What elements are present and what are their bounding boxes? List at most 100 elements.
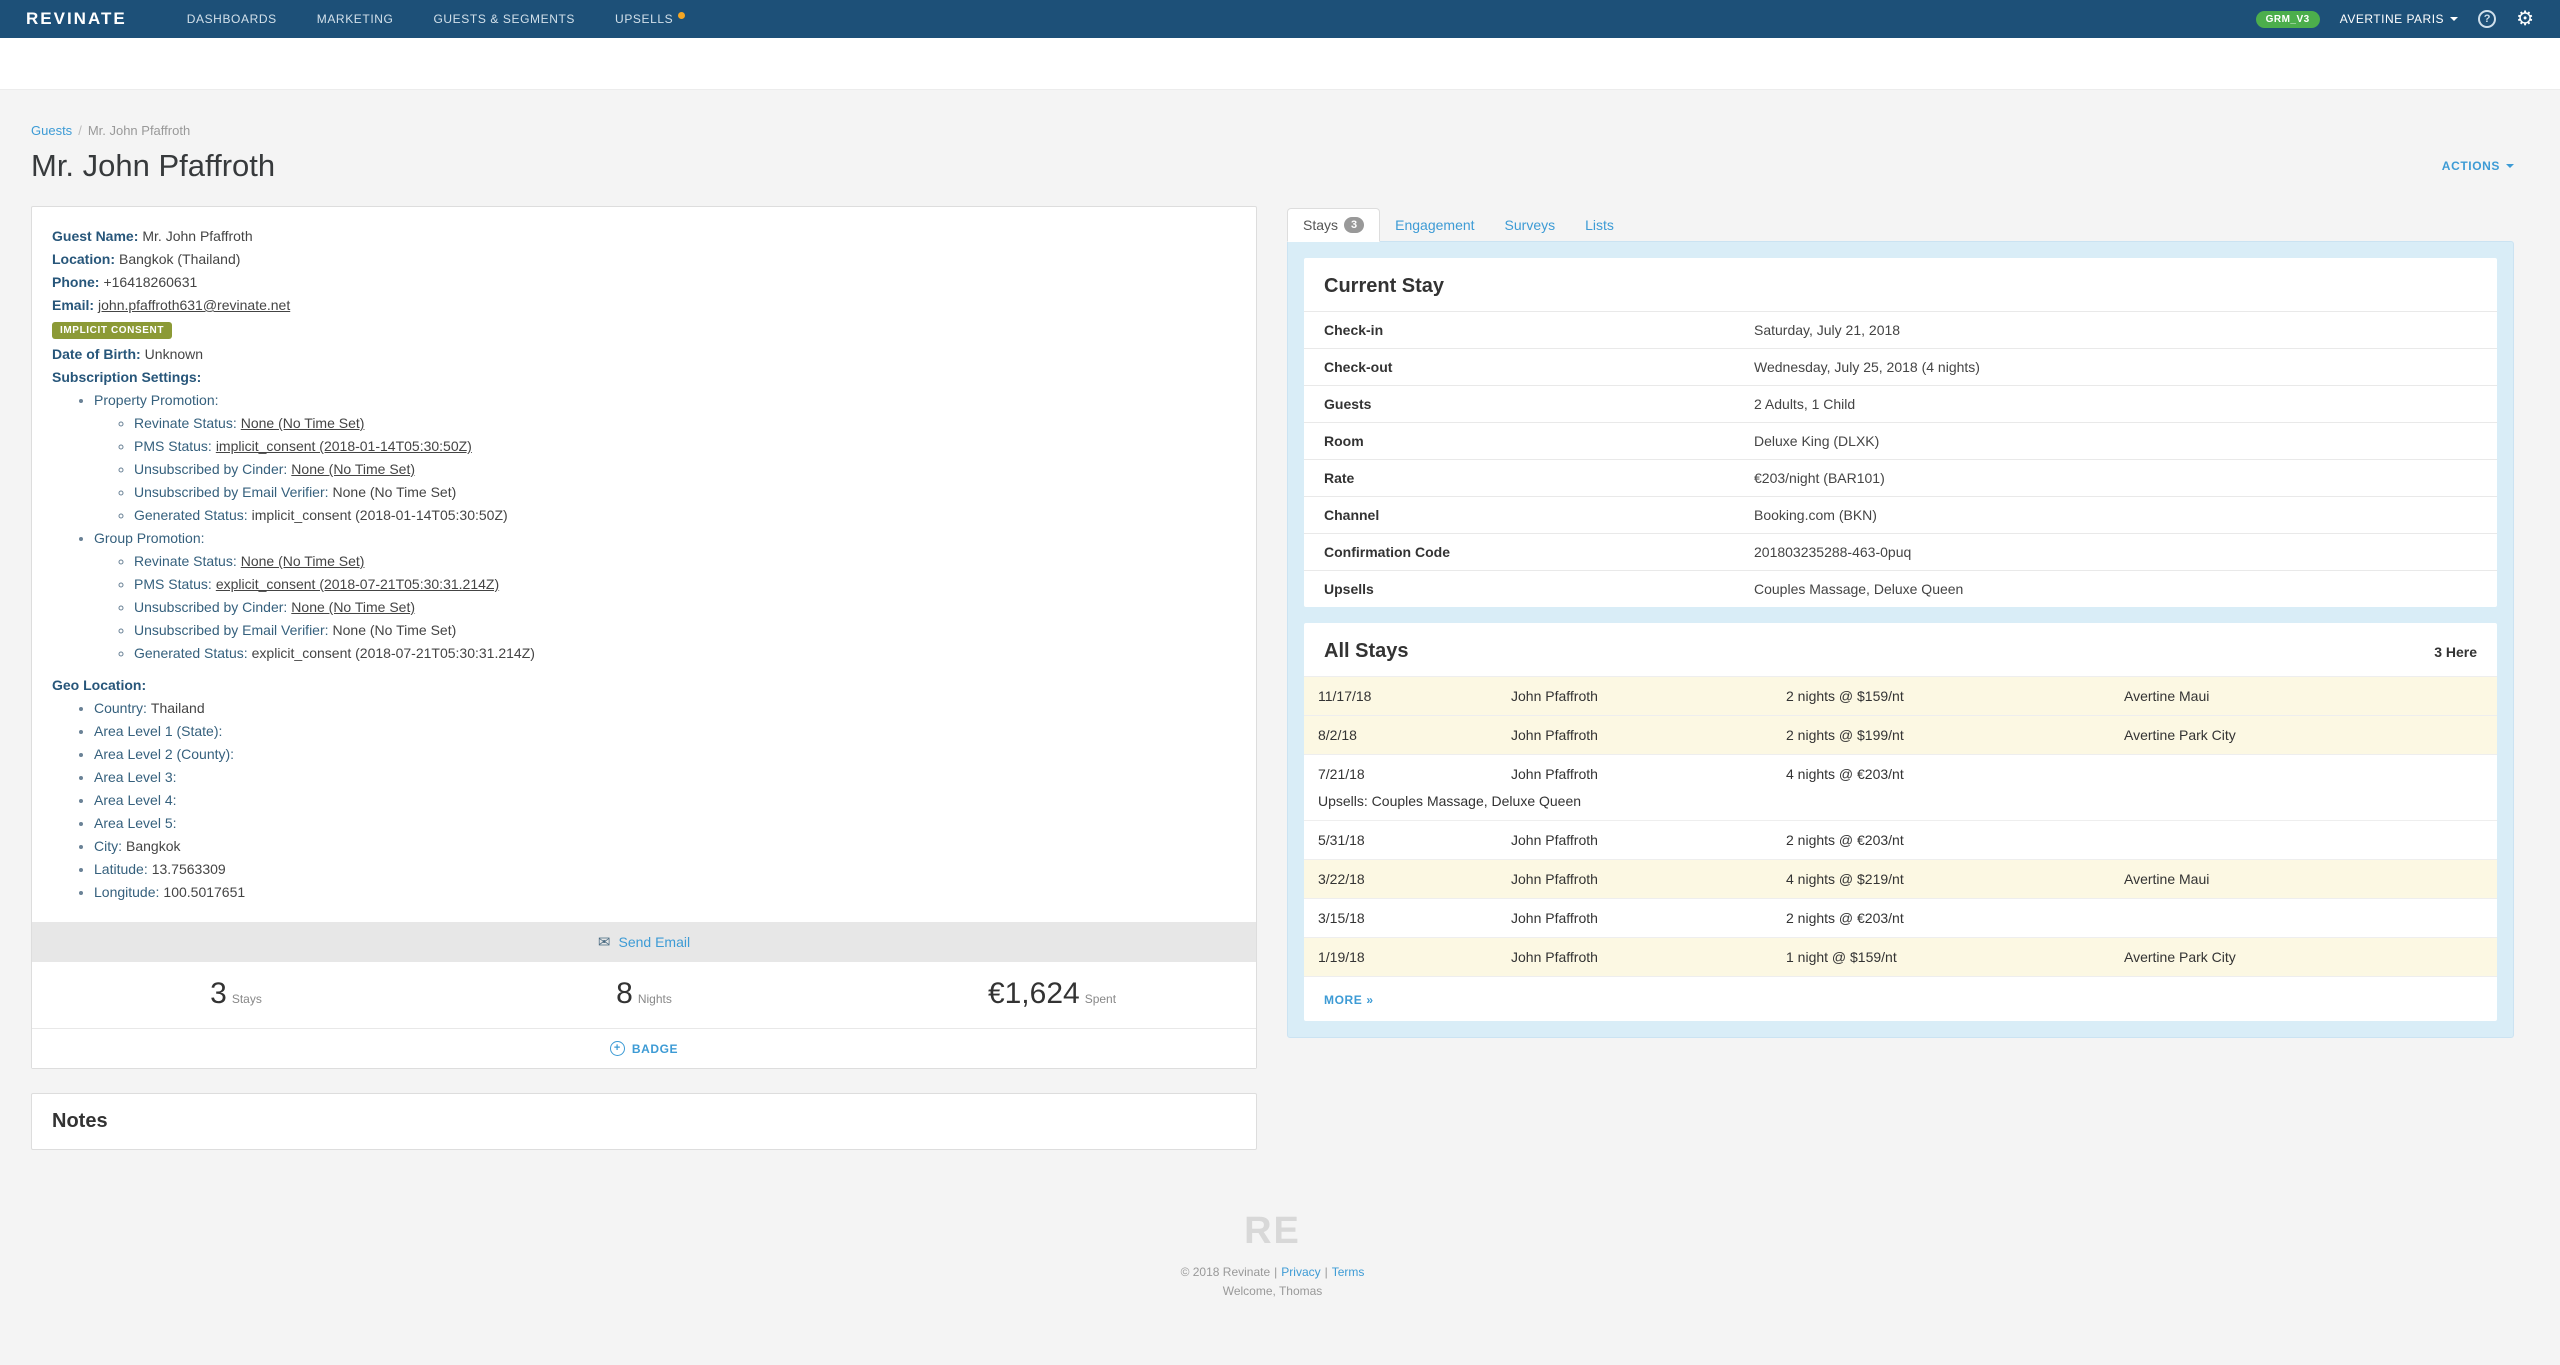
stay-guest: John Pfaffroth [1511,688,1786,704]
page-footer: RE © 2018 Revinate|Privacy|Terms Welcome… [31,1210,2514,1324]
list-item: Country:Thailand [94,697,1236,720]
tab-surveys[interactable]: Surveys [1490,209,1571,241]
confirmation-code-value: 201803235288-463-0puq [1754,534,2497,570]
actions-label: ACTIONS [2442,159,2500,173]
tab-stays[interactable]: Stays3 [1287,208,1380,242]
nights-stat: 8Nights [440,962,848,1028]
guest-name-value: Mr. John Pfaffroth [142,228,252,244]
stay-row[interactable]: 3/22/18John Pfaffroth4 nights @ $219/ntA… [1304,859,2497,898]
stay-date: 3/22/18 [1318,871,1511,887]
tab-engagement[interactable]: Engagement [1380,209,1489,241]
nav-upsells[interactable]: UPSELLS [615,12,685,26]
generated-status-value: explicit_consent (2018-07-21T05:30:31.21… [252,645,535,661]
table-row: UpsellsCouples Massage, Deluxe Queen [1304,570,2497,607]
dob-value: Unknown [145,346,203,362]
unsub-cinder-value[interactable]: None (No Time Set) [291,599,415,615]
navbar-right: GRM_V3 AVERTINE PARIS ? ⚙ [2256,9,2534,29]
page-title: Mr. John Pfaffroth [31,148,275,184]
longitude-label: Longitude: [94,884,159,900]
pms-status-value[interactable]: implicit_consent (2018-01-14T05:30:50Z) [216,438,472,454]
terms-link[interactable]: Terms [1332,1265,1365,1279]
dob-label: Date of Birth: [52,346,141,362]
geo-location-list: Country:Thailand Area Level 1 (State): A… [52,697,1236,904]
breadcrumb-current: Mr. John Pfaffroth [88,123,190,138]
guest-tabs: Stays3 Engagement Surveys Lists [1287,208,2514,241]
location-value: Bangkok (Thailand) [119,251,240,267]
unsub-cinder-value[interactable]: None (No Time Set) [291,461,415,477]
unsub-verifier-label: Unsubscribed by Email Verifier: [134,484,329,500]
list-item: Area Level 1 (State): [94,720,1236,743]
pms-status-value[interactable]: explicit_consent (2018-07-21T05:30:31.21… [216,576,499,592]
unsub-cinder-label: Unsubscribed by Cinder: [134,461,287,477]
nav-upsells-label: UPSELLS [615,12,673,26]
consent-status-badge: IMPLICIT CONSENT [52,322,172,339]
stay-row[interactable]: 5/31/18John Pfaffroth2 nights @ €203/nt [1304,820,2497,859]
property-selector-label: AVERTINE PARIS [2340,12,2444,26]
welcome-text: Welcome, Thomas [31,1284,2514,1298]
area-level-2-label: Area Level 2 (County): [94,746,234,762]
rate-value: €203/night (BAR101) [1754,460,2497,496]
tab-stays-label: Stays [1303,217,1338,233]
stay-date: 8/2/18 [1318,727,1511,743]
stay-guest: John Pfaffroth [1511,910,1786,926]
generated-status-label: Generated Status: [134,507,248,523]
breadcrumb-guests-link[interactable]: Guests [31,123,72,138]
main-menu: DASHBOARDS MARKETING GUESTS & SEGMENTS U… [187,12,686,26]
nav-dashboards[interactable]: DASHBOARDS [187,12,277,26]
upsells-label: Upsells [1304,571,1754,607]
revinate-logo[interactable]: REVINATE [26,9,127,29]
guests-value: 2 Adults, 1 Child [1754,386,2497,422]
stay-property [2124,910,2487,926]
tab-lists[interactable]: Lists [1570,209,1629,241]
property-selector[interactable]: AVERTINE PARIS [2340,12,2458,26]
unsub-verifier-value: None (No Time Set) [333,484,457,500]
stay-date: 11/17/18 [1318,688,1511,704]
actions-dropdown-button[interactable]: ACTIONS [2442,159,2514,173]
caret-down-icon [2450,17,2458,21]
geo-location-heading: Geo Location: [52,674,1236,697]
room-label: Room [1304,423,1754,459]
stays-stat: 3Stays [32,962,440,1028]
subscription-group-property: Property Promotion: Revinate Status:None… [94,389,1236,527]
privacy-link[interactable]: Privacy [1281,1265,1320,1279]
caret-down-icon [2506,164,2514,168]
list-item: Generated Status:implicit_consent (2018-… [134,504,1236,527]
stay-row[interactable]: 1/19/18John Pfaffroth1 night @ $159/ntAv… [1304,937,2497,976]
add-badge-button[interactable]: + BADGE [32,1028,1256,1068]
more-stays-link[interactable]: MORE » [1324,993,1374,1007]
list-item: Generated Status:explicit_consent (2018-… [134,642,1236,665]
city-value: Bangkok [126,838,180,854]
subscription-group-group: Group Promotion: Revinate Status:None (N… [94,527,1236,665]
nav-guests-segments[interactable]: GUESTS & SEGMENTS [433,12,575,26]
stay-row[interactable]: 8/2/18John Pfaffroth2 nights @ $199/ntAv… [1304,715,2497,754]
list-item: Unsubscribed by Email Verifier:None (No … [134,481,1236,504]
more-row: MORE » [1304,976,2497,1021]
stay-row[interactable]: 7/21/18John Pfaffroth4 nights @ €203/nt … [1304,754,2497,820]
revinate-status-value[interactable]: None (No Time Set) [241,553,365,569]
list-item: Unsubscribed by Cinder:None (No Time Set… [134,596,1236,619]
stay-guest: John Pfaffroth [1511,832,1786,848]
revinate-status-label: Revinate Status: [134,553,237,569]
send-email-button[interactable]: ✉ Send Email [32,922,1256,962]
property-promotion-label: Property Promotion: [94,392,219,408]
stay-row[interactable]: 3/15/18John Pfaffroth2 nights @ €203/nt [1304,898,2497,937]
page-header: Mr. John Pfaffroth ACTIONS [31,148,2514,184]
stays-count: 3 [210,977,227,1011]
list-item: City:Bangkok [94,835,1236,858]
stay-date: 5/31/18 [1318,832,1511,848]
gear-icon[interactable]: ⚙ [2516,9,2534,29]
email-link[interactable]: john.pfaffroth631@revinate.net [98,297,290,313]
table-row: Guests2 Adults, 1 Child [1304,385,2497,422]
nav-marketing[interactable]: MARKETING [317,12,394,26]
secondary-bar [0,38,2560,90]
guest-profile-card: Guest Name:Mr. John Pfaffroth Location:B… [31,206,1257,1069]
revinate-status-value[interactable]: None (No Time Set) [241,415,365,431]
stay-rate: 1 night @ $159/nt [1786,949,2124,965]
help-icon[interactable]: ? [2478,10,2496,28]
stay-row[interactable]: 11/17/18John Pfaffroth2 nights @ $159/nt… [1304,676,2497,715]
stay-rate: 2 nights @ $199/nt [1786,727,2124,743]
room-value: Deluxe King (DLXK) [1754,423,2497,459]
area-level-3-label: Area Level 3: [94,769,177,785]
upsells-value: Couples Massage, Deluxe Queen [1754,571,2497,607]
table-row: Check-inSaturday, July 21, 2018 [1304,311,2497,348]
